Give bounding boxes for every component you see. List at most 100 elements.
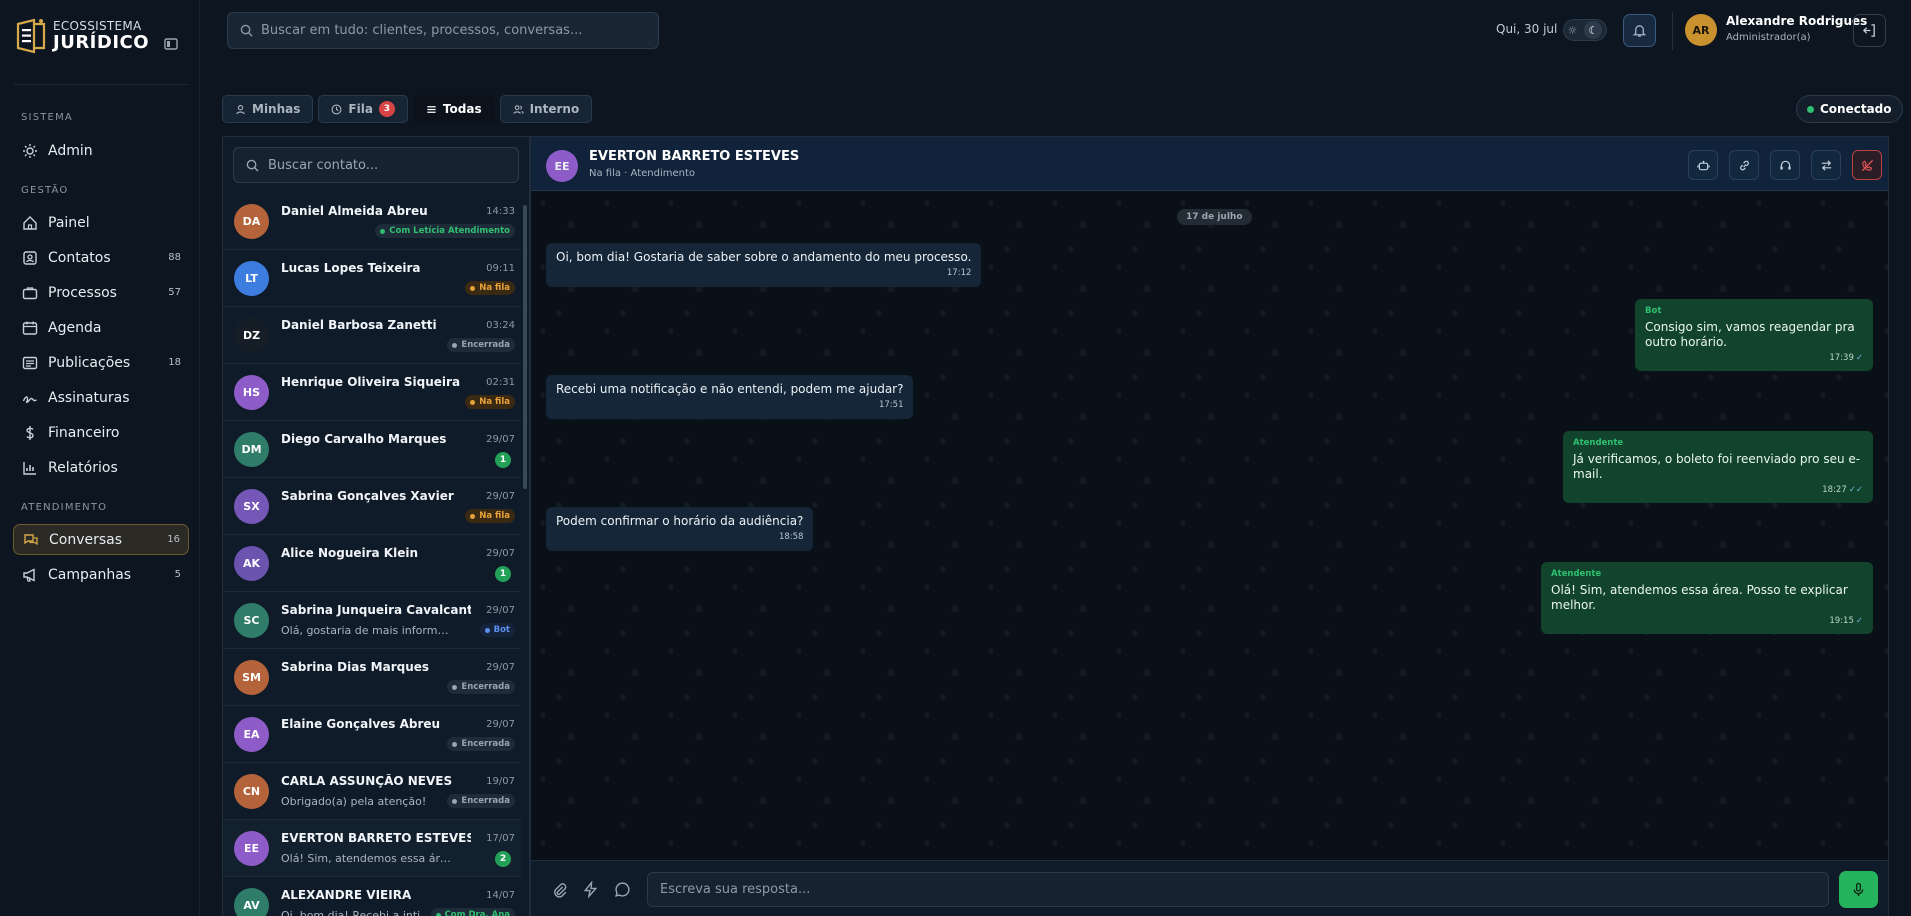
paperclip-icon[interactable] (551, 881, 568, 898)
contact-list-item[interactable]: AV ALEXANDRE VIEIRA 14/07 Oi, bom dia! Rece… (223, 877, 521, 916)
contact-name: Daniel Almeida Abreu (281, 204, 428, 218)
contact-last-time: 14/07 (486, 890, 515, 901)
contact-list-item[interactable]: SX Sabrina Gonçalves Xavier 29/07 Na fila (223, 478, 521, 535)
sent-check-icon: ✓ (1855, 615, 1863, 626)
nav-item-relatorios[interactable]: Relatórios (13, 452, 189, 483)
contact-name: CARLA ASSUNÇÃO NEVES (281, 774, 453, 788)
contact-last-time: 03:24 (486, 320, 515, 331)
nav-item-conversas[interactable]: Conversas 16 (13, 524, 189, 555)
contact-last-time: 14:33 (486, 206, 515, 217)
message-text: Podem confirmar o horário da audiência? (556, 514, 804, 528)
brand-logo[interactable]: ECOSSISTEMA JURÍDICO (14, 18, 149, 54)
contact-list-item[interactable]: DM Diego Carvalho Marques 29/07 1 (223, 421, 521, 478)
user-name: Alexandre Rodrigues (1726, 14, 1868, 28)
nav-item-assinaturas[interactable]: Assinaturas (13, 382, 189, 413)
contact-list-item[interactable]: LT Lucas Lopes Teixeira 09:11 Na fila (223, 250, 521, 307)
link-button[interactable] (1729, 150, 1759, 180)
contact-list-item[interactable]: EA Elaine Gonçalves Abreu 29/07 Encerrada (223, 706, 521, 763)
transfer-button[interactable] (1811, 150, 1841, 180)
chart-icon (21, 459, 38, 476)
contact-last-message: Obrigado(a) pela atenção! (281, 795, 427, 808)
contact-list-item[interactable]: SC Sabrina Junqueira Cavalcante 29/07 Olá, … (223, 592, 521, 649)
theme-toggle[interactable]: ☼ ☾ (1563, 19, 1607, 41)
nav-item-publicacoes[interactable]: Publicações 18 (13, 347, 189, 378)
contact-list-item[interactable]: CN CARLA ASSUNÇÃO NEVES 19/07 Obrigado(a) p… (223, 763, 521, 820)
message-composer: Escreva sua resposta... (531, 860, 1888, 916)
nav-item-contatos[interactable]: Contatos 88 (13, 242, 189, 273)
record-audio-button[interactable] (1839, 871, 1878, 908)
message-incoming[interactable]: Podem confirmar o horário da audiência? … (546, 507, 814, 551)
contact-avatar: EA (234, 717, 269, 752)
contact-list-item[interactable]: EE EVERTON BARRETO ESTEVES 17/07 Olá! Sim, … (223, 820, 521, 877)
headset-icon (1779, 160, 1791, 170)
contact-avatar: CN (234, 774, 269, 809)
notifications-button[interactable] (1623, 14, 1656, 47)
tab-minhas[interactable]: Minhas (222, 95, 314, 123)
contact-list-scrollbar[interactable] (521, 193, 529, 916)
scrollbar-thumb[interactable] (523, 205, 527, 489)
chat-contact-avatar[interactable]: EE (546, 150, 578, 182)
nav-item-label: Assinaturas (48, 389, 130, 406)
message-outgoing[interactable]: Atendente Já verificamos, o boleto foi r… (1563, 431, 1873, 504)
contact-last-time: 17/07 (486, 833, 515, 844)
reply-input[interactable]: Escreva sua resposta... (647, 872, 1829, 907)
search-icon (246, 159, 259, 172)
chat-contact-status: Na fila · Atendimento (589, 168, 696, 179)
contact-avatar: SC (234, 603, 269, 638)
contact-list-item[interactable]: DA Daniel Almeida Abreu 14:33 Com Letícia A… (223, 193, 521, 250)
nav-item-label: Conversas (49, 531, 123, 548)
tab-todas[interactable]: Todas (412, 95, 495, 123)
message-outgoing[interactable]: Atendente Olá! Sim, atendemos essa área.… (1541, 562, 1873, 635)
contact-search-input[interactable]: Buscar contato... (233, 147, 519, 183)
assume-button[interactable] (1770, 150, 1800, 180)
message-text: Já verificamos, o boleto foi reenviado p… (1573, 451, 1861, 481)
quick-reply-icon[interactable] (582, 881, 599, 898)
queue-count-badge: 3 (378, 101, 395, 117)
message-incoming[interactable]: Oi, bom dia! Gostaria de saber sobre o a… (546, 243, 982, 287)
connection-status: Conectado (1796, 95, 1903, 123)
end-call-icon (1861, 159, 1873, 171)
nav-item-admin[interactable]: Admin (13, 135, 189, 166)
message-outgoing[interactable]: Bot Consigo sim, vamos reagendar pra out… (1635, 299, 1873, 372)
global-search-input[interactable]: Buscar em tudo: clientes, processos, con… (227, 12, 659, 49)
status-dot-icon (452, 684, 458, 690)
nav-item-painel[interactable]: Painel (13, 207, 189, 238)
nav-item-count: 18 (168, 357, 181, 368)
contact-list-item[interactable]: SM Sabrina Dias Marques 29/07 Encerrada (223, 649, 521, 706)
nav-item-label: Admin (48, 142, 93, 159)
message-time: 17:51 (878, 400, 904, 410)
nav-item-processos[interactable]: Processos 57 (13, 277, 189, 308)
nav-item-campanhas[interactable]: Campanhas 5 (13, 559, 189, 590)
chat-contact-name[interactable]: EVERTON BARRETO ESTEVES (589, 149, 799, 164)
end-conversation-button[interactable] (1852, 150, 1882, 180)
moon-icon: ☾ (1584, 21, 1603, 39)
divider (14, 84, 188, 85)
nav-item-label: Contatos (48, 249, 111, 266)
conversation-status-label: Encerrada (461, 796, 510, 806)
conversation-status-badge: Encerrada (447, 737, 515, 751)
tab-interno[interactable]: Interno (499, 95, 593, 123)
contact-avatar: HS (234, 375, 269, 410)
conversation-status-badge: Na fila (465, 281, 515, 295)
brand-line1: ECOSSISTEMA (53, 19, 142, 33)
sidebar-collapse-icon[interactable] (164, 37, 178, 51)
nav-item-label: Processos (48, 284, 117, 301)
bot-button[interactable] (1688, 150, 1718, 180)
contact-list-item[interactable]: HS Henrique Oliveira Siqueira 02:31 Na fila (223, 364, 521, 421)
message-sender: Atendente (1551, 569, 1602, 579)
contact-list-item[interactable]: DZ Daniel Barbosa Zanetti 03:24 Encerrada (223, 307, 521, 364)
message-time: 18:58 (778, 532, 804, 542)
nav-item-label: Painel (48, 214, 90, 231)
nav-item-financeiro[interactable]: Financeiro (13, 417, 189, 448)
topbar: Buscar em tudo: clientes, processos, con… (200, 0, 1911, 62)
logout-button[interactable] (1853, 14, 1886, 47)
message-incoming[interactable]: Recebi uma notificação e não entendi, po… (546, 375, 914, 419)
tab-fila[interactable]: Fila 3 (318, 95, 408, 123)
user-avatar[interactable]: AR (1685, 14, 1717, 46)
clock-icon (331, 104, 342, 114)
nav-item-label: Agenda (48, 319, 102, 336)
contact-list-item[interactable]: AK Alice Nogueira Klein 29/07 1 (223, 535, 521, 592)
nav-item-agenda[interactable]: Agenda (13, 312, 189, 343)
comment-icon[interactable] (614, 881, 631, 898)
list-icon (427, 105, 436, 113)
